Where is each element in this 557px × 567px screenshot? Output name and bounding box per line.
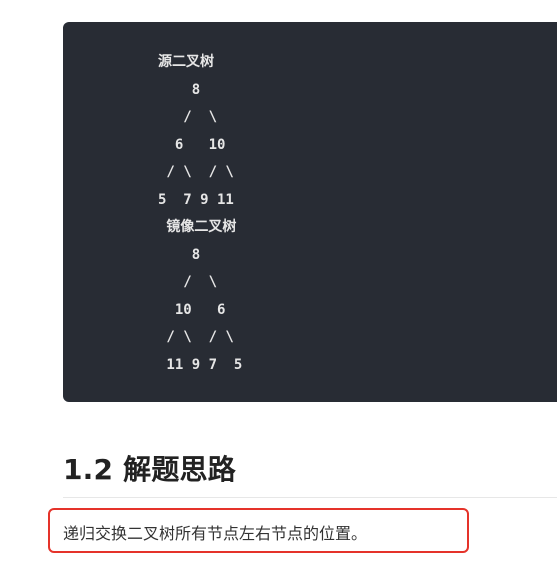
code-line: 11 9 7 5 <box>158 356 243 373</box>
code-line: / \ <box>158 274 218 290</box>
code-line: / \ / \ <box>158 164 234 180</box>
code-line: 镜像二叉树 <box>158 219 237 235</box>
code-line: 5 7 9 11 <box>158 191 234 208</box>
code-line: 10 6 <box>158 301 226 318</box>
code-line: 源二叉树 <box>158 54 214 70</box>
code-line: 8 <box>158 246 201 263</box>
section-paragraph: 递归交换二叉树所有节点左右节点的位置。 <box>63 524 368 543</box>
code-line: 8 <box>158 81 201 98</box>
code-block: 源二叉树 8 / \ 6 10 / \ / \ 5 7 9 11 镜像二叉树 8 … <box>63 22 557 402</box>
code-line: 6 10 <box>158 136 226 153</box>
code-line: / \ <box>158 109 218 125</box>
code-line: / \ / \ <box>158 329 234 345</box>
code-content: 源二叉树 8 / \ 6 10 / \ / \ 5 7 9 11 镜像二叉树 8 … <box>158 49 242 379</box>
heading-divider <box>63 497 557 498</box>
section-heading: 1.2 解题思路 <box>63 453 236 486</box>
